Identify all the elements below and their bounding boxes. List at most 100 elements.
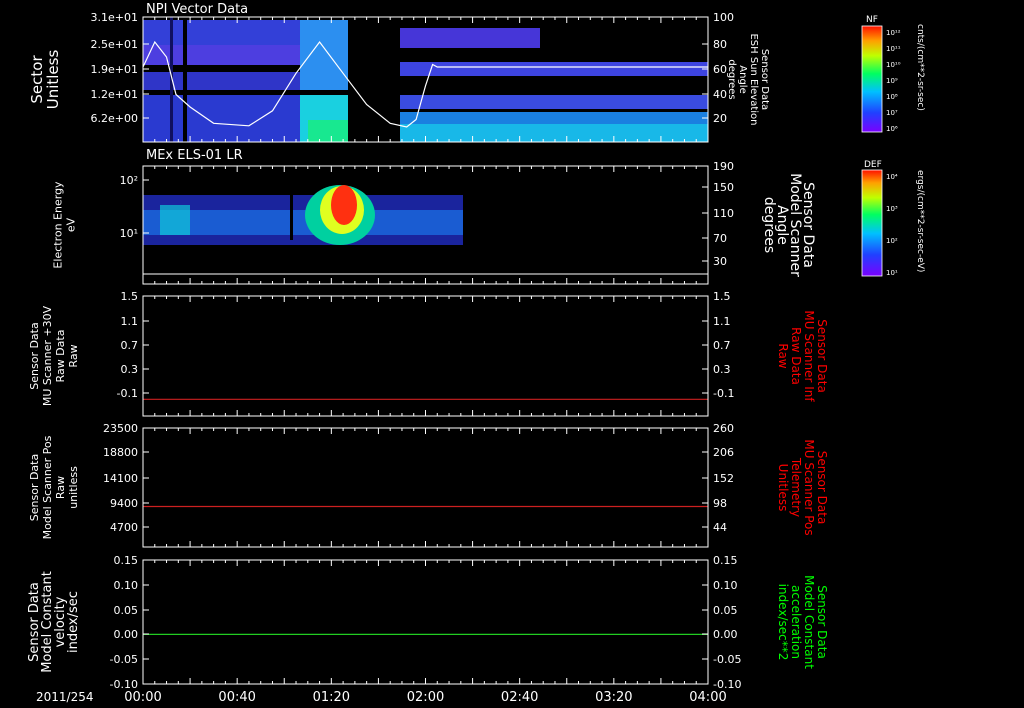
right-tick-label: 1.1: [713, 315, 731, 328]
time-tick-label: 02:00: [407, 690, 444, 705]
left-axis-title-line: unitless: [67, 466, 80, 509]
left-tick-label: 0.3: [121, 363, 139, 376]
colorbar-tick-label: 10²: [886, 237, 898, 245]
plot-canvas: NPI Vector Data MEx ELS-01 LR 3.1e+012.5…: [27, 2, 925, 705]
time-tick-label: 04:00: [689, 690, 726, 705]
colorbar-tick-label: 10¹⁰: [886, 61, 901, 69]
right-tick-label: 260: [713, 422, 734, 435]
right-tick-label: 152: [713, 472, 734, 485]
colorbar-tick-label: 10⁷: [886, 109, 898, 117]
heat-band-low-right: [400, 95, 708, 109]
colorbar-nf-ticks: 10¹² 10¹¹ 10¹⁰ 10⁹ 10⁸ 10⁷ 10⁶: [886, 29, 901, 133]
left-axis-title-line: MU Scanner +30V: [41, 305, 54, 406]
right-tick-label: 100: [713, 11, 734, 24]
left-tick-label: 6.2e+00: [91, 112, 138, 125]
right-axis-title-line: Model Constant: [802, 575, 816, 669]
left-tick-label: 4700: [110, 521, 138, 534]
left-axis-title-line: Unitless: [44, 50, 62, 110]
left-tick-label: 10¹: [120, 227, 138, 240]
left-axis-title-line: index/sec: [66, 591, 81, 653]
heat-vline-1: [183, 17, 187, 142]
right-axis-title-line: Telemetry: [789, 457, 803, 517]
colorbar-nf-bar: [861, 25, 883, 133]
left-axis-title-line: Model Scanner Pos: [41, 435, 54, 539]
left-tick-label: 18800: [103, 446, 138, 459]
colorbar-tick-label: 10⁴: [886, 173, 898, 181]
right-tick-label: 1.5: [713, 290, 731, 303]
left-axis-title-line: Raw Data: [54, 330, 67, 383]
colorbar-def-title: DEF: [864, 160, 882, 170]
right-axis-title-line: Sensor Data: [815, 585, 829, 659]
time-tick-label: 03:20: [595, 690, 632, 705]
left-tick-label: 0.05: [114, 604, 139, 617]
right-tick-label: 0.10: [713, 579, 738, 592]
left-tick-label: 1.2e+01: [91, 88, 138, 101]
left-tick-label: -0.05: [110, 653, 138, 666]
right-tick-label: 0.00: [713, 628, 738, 641]
colorbar-tick-label: 10³: [886, 205, 898, 213]
right-tick-label: 60: [713, 63, 727, 76]
colorbar-tick-label: 10⁸: [886, 93, 898, 101]
right-axis-title-line: Raw: [776, 343, 790, 368]
time-axis-labels: 00:00 00:40 01:20 02:00 02:40 03:20 04:00: [124, 690, 726, 705]
right-tick-label: 0.3: [713, 363, 731, 376]
left-tick-label: 3.1e+01: [91, 11, 138, 24]
left-tick-label: 1.1: [121, 315, 139, 328]
heat-band-top-right: [400, 28, 540, 48]
left-tick-label: 0.15: [114, 554, 139, 567]
colorbar-tick-label: 10⁶: [886, 125, 898, 133]
right-tick-label: 206: [713, 446, 734, 459]
left-axis-title-line: Raw: [67, 344, 80, 367]
left-axis-title-line: Sensor Data: [28, 454, 41, 521]
spec-peak-inner: [331, 185, 357, 225]
right-axis-title-line: acceleration: [789, 585, 803, 659]
right-axis-title-line: Sensor Data: [759, 49, 770, 110]
time-tick-label: 00:00: [124, 690, 161, 705]
right-axis-title-line: MU Scanner Pos: [802, 439, 816, 535]
right-axis-title-line: degrees: [761, 197, 777, 253]
right-tick-label: 40: [713, 88, 727, 101]
colorbar-tick-label: 10¹¹: [886, 45, 901, 53]
time-tick-label: 00:40: [218, 690, 255, 705]
panel2-heatmap: [143, 166, 463, 284]
colorbar-tick-label: 10¹: [886, 269, 898, 277]
panel-frame: [142, 559, 709, 685]
right-axis-title-line: MU Scanner Inf: [802, 310, 816, 402]
date-label: 2011/254: [36, 690, 94, 704]
left-tick-label: 1.5: [121, 290, 139, 303]
left-tick-label: 1.9e+01: [91, 63, 138, 76]
left-tick-label: 9400: [110, 497, 138, 510]
colorbar-nf-unit: cnts/(cm**2-sr-sec): [915, 24, 925, 111]
time-tick-label: 01:20: [313, 690, 350, 705]
right-tick-label: 20: [713, 112, 727, 125]
left-tick-label: 14100: [103, 472, 138, 485]
right-tick-label: 110: [713, 207, 734, 220]
left-axis-title-line: Raw: [54, 476, 67, 499]
right-axis-title-line: Angle: [737, 65, 748, 93]
right-axis-title-line: Sensor Data: [815, 319, 829, 393]
left-axis-title-line: Sensor Data: [28, 322, 41, 389]
spec-left-hot: [160, 205, 190, 235]
right-tick-label: 150: [713, 181, 734, 194]
spec-band-core: [143, 210, 463, 235]
colorbar-def-unit: ergs/(cm**2-sr-sec-eV): [915, 170, 925, 272]
right-tick-label: -0.05: [713, 653, 741, 666]
panel1-title: NPI Vector Data: [146, 2, 248, 17]
spec-vline: [290, 195, 293, 240]
right-tick-label: 44: [713, 521, 727, 534]
left-tick-label: 0.00: [114, 628, 139, 641]
right-tick-label: 0.7: [713, 339, 731, 352]
right-tick-label: 30: [713, 255, 727, 268]
right-axis-title-line: Unitless: [776, 464, 790, 512]
right-tick-label: 70: [713, 232, 727, 245]
left-tick-label: 0.7: [121, 339, 139, 352]
right-tick-label: 80: [713, 38, 727, 51]
left-tick-label: 0.10: [114, 579, 139, 592]
heat-green-1: [308, 120, 348, 142]
left-axis-title-line: Electron Energy: [52, 181, 65, 269]
colorbar-tick-label: 10¹²: [886, 29, 901, 37]
left-tick-label: 2.5e+01: [91, 38, 138, 51]
heat-cyan-1: [300, 20, 348, 90]
right-tick-label: 190: [713, 160, 734, 173]
colorbar-tick-label: 10⁹: [886, 77, 898, 85]
